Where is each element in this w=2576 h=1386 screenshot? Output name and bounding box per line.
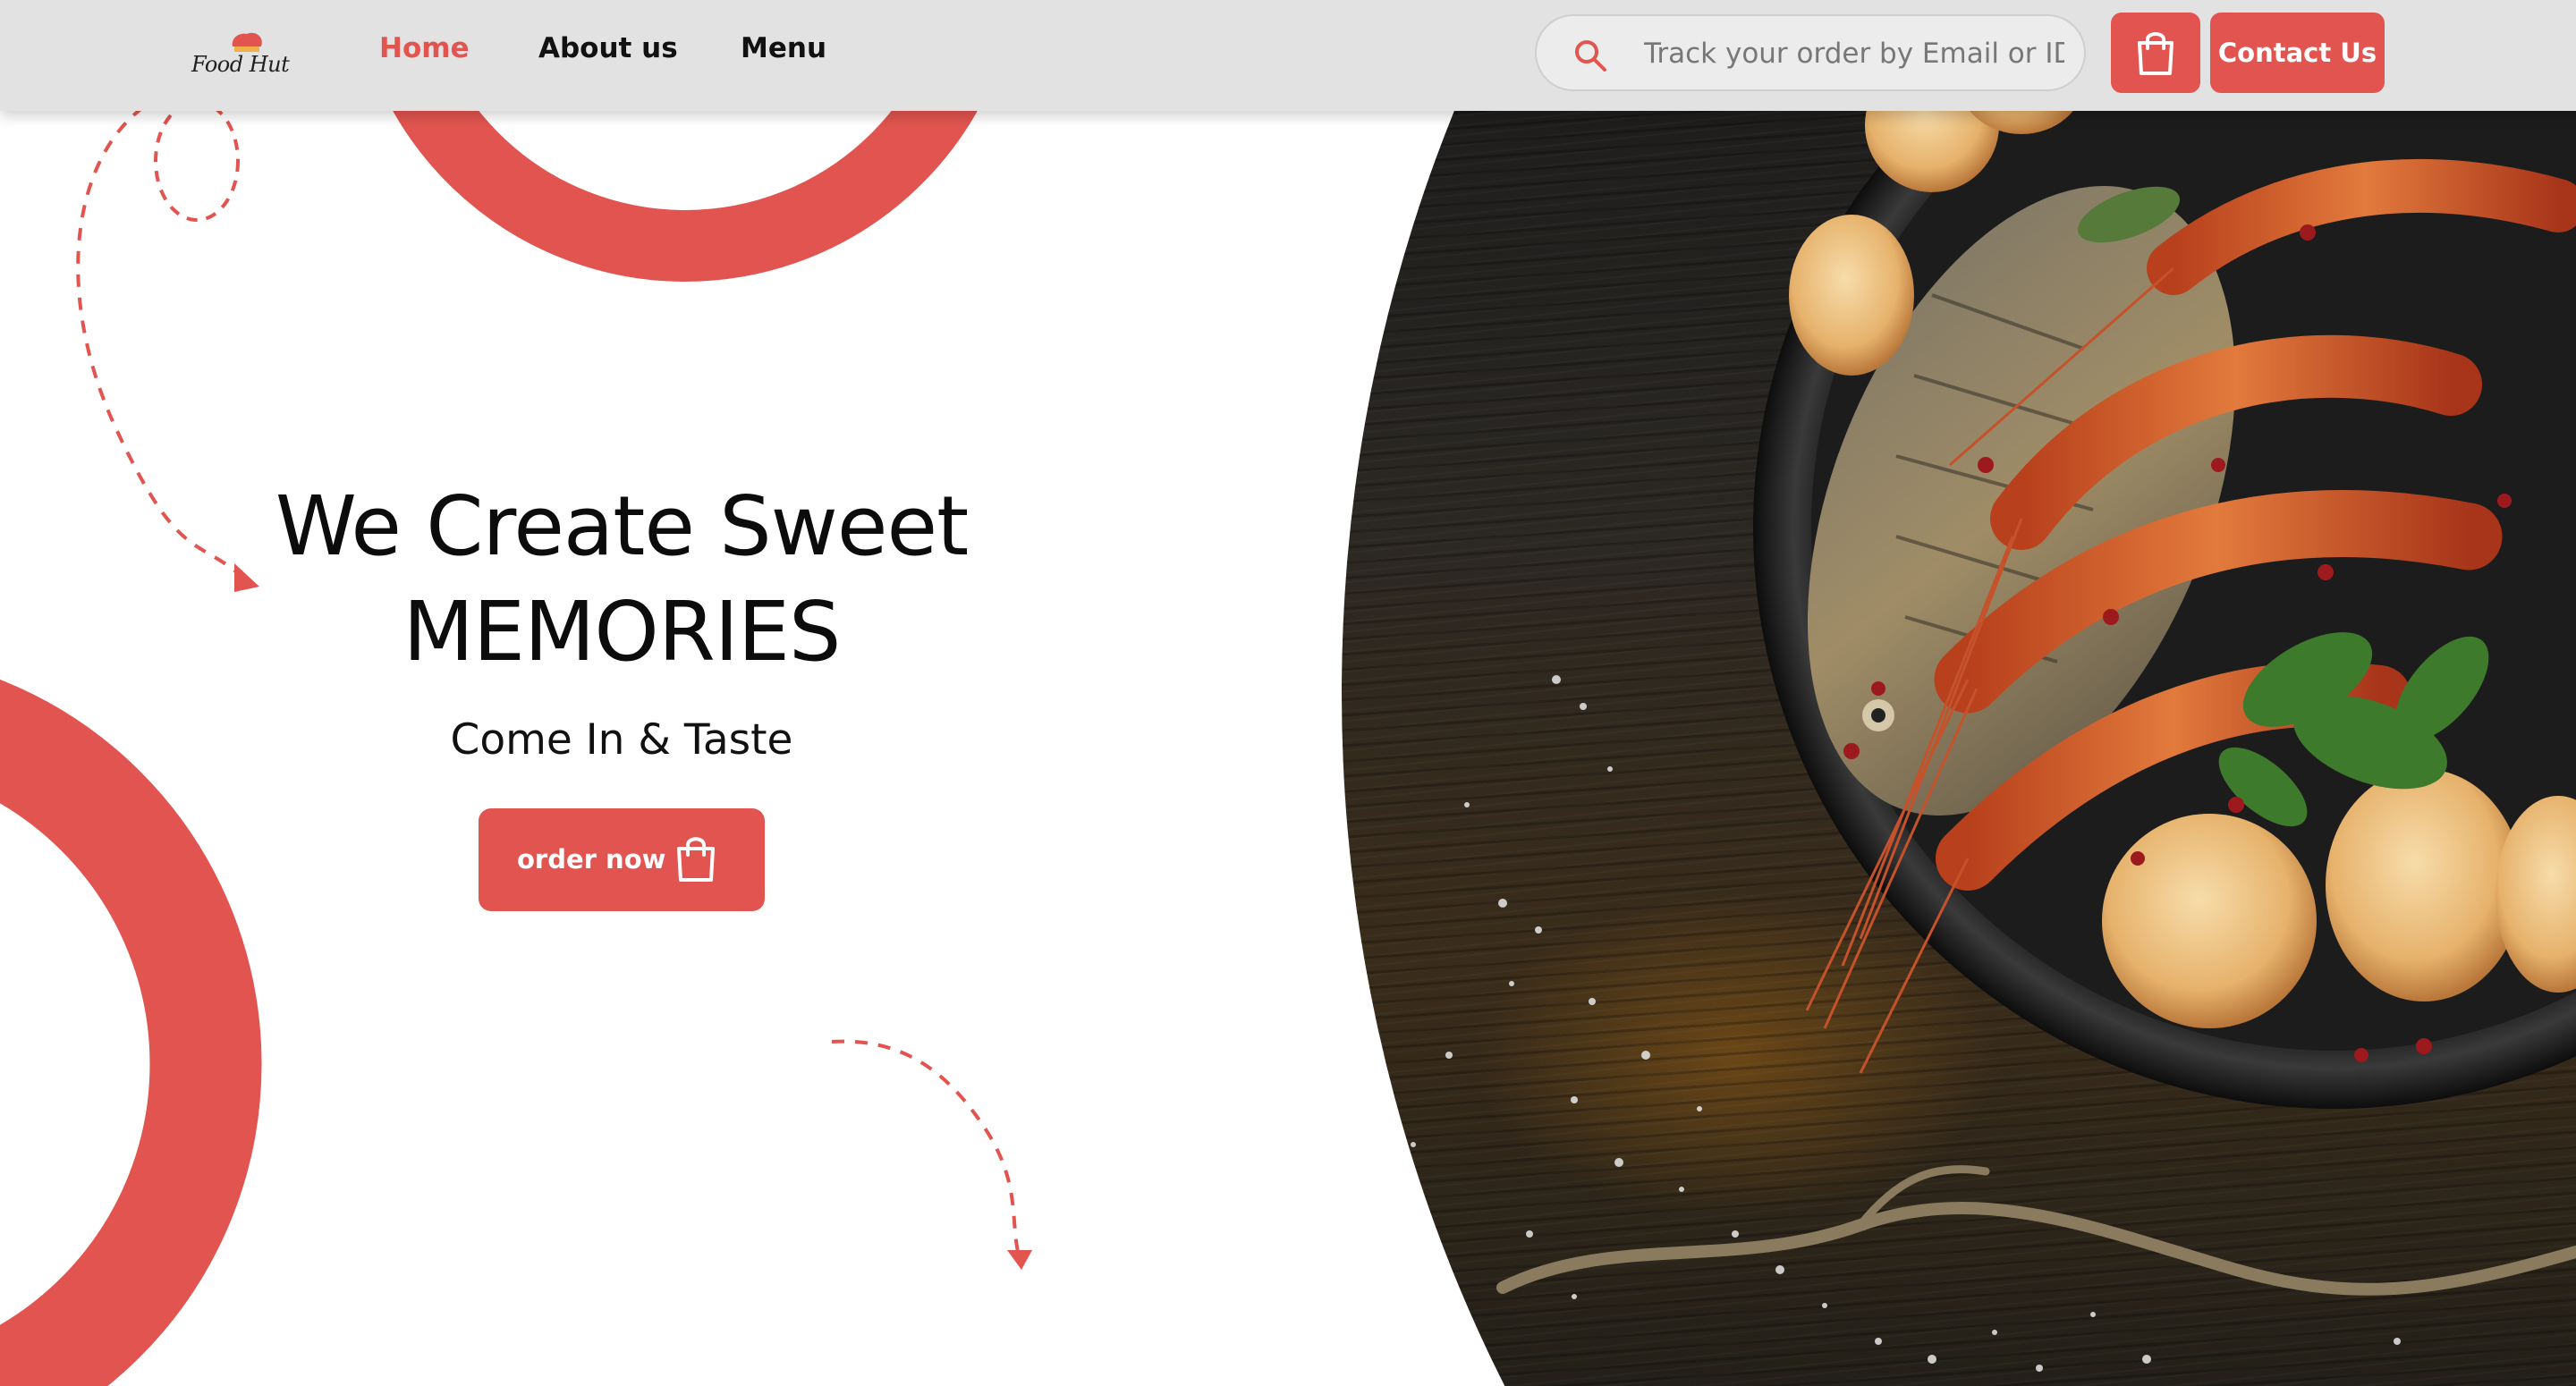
nav-link-home[interactable]: Home <box>379 32 470 64</box>
arrow-head-bottom <box>1007 1250 1032 1270</box>
brand-logo[interactable]: Food Hut <box>186 25 290 88</box>
order-tracking-search <box>1535 14 2086 91</box>
hero-title: We Create Sweet MEMORIES <box>224 474 1020 685</box>
dashed-arrow-left <box>76 106 245 579</box>
hero-subtitle: Come In & Taste <box>450 715 793 765</box>
hero-title-line-2: MEMORIES <box>402 584 842 680</box>
shopping-bag-icon <box>677 837 715 882</box>
cart-button[interactable] <box>2111 13 2200 93</box>
search-icon[interactable] <box>1572 38 1608 73</box>
left-ring-decoration <box>0 679 262 1386</box>
page-canvas: Food Hut Home About us Menu Contact Us W… <box>0 0 2576 1386</box>
logo-wordmark: Food Hut <box>191 52 290 77</box>
order-tracking-input[interactable] <box>1642 29 2066 79</box>
order-now-button[interactable]: order now <box>479 808 765 911</box>
contact-us-button[interactable]: Contact Us <box>2210 13 2385 93</box>
nav-link-about-us[interactable]: About us <box>538 32 678 64</box>
order-now-label: order now <box>517 844 666 875</box>
hero-title-line-1: We Create Sweet <box>275 478 969 574</box>
decorative-shapes <box>0 0 1032 1386</box>
navbar: Food Hut Home About us Menu Contact Us <box>0 0 2576 111</box>
shopping-bag-icon <box>2138 32 2174 75</box>
dashed-arrow-bottom <box>831 1039 1020 1253</box>
dashed-loop-decoration <box>154 100 240 222</box>
nav-link-menu[interactable]: Menu <box>741 32 826 64</box>
